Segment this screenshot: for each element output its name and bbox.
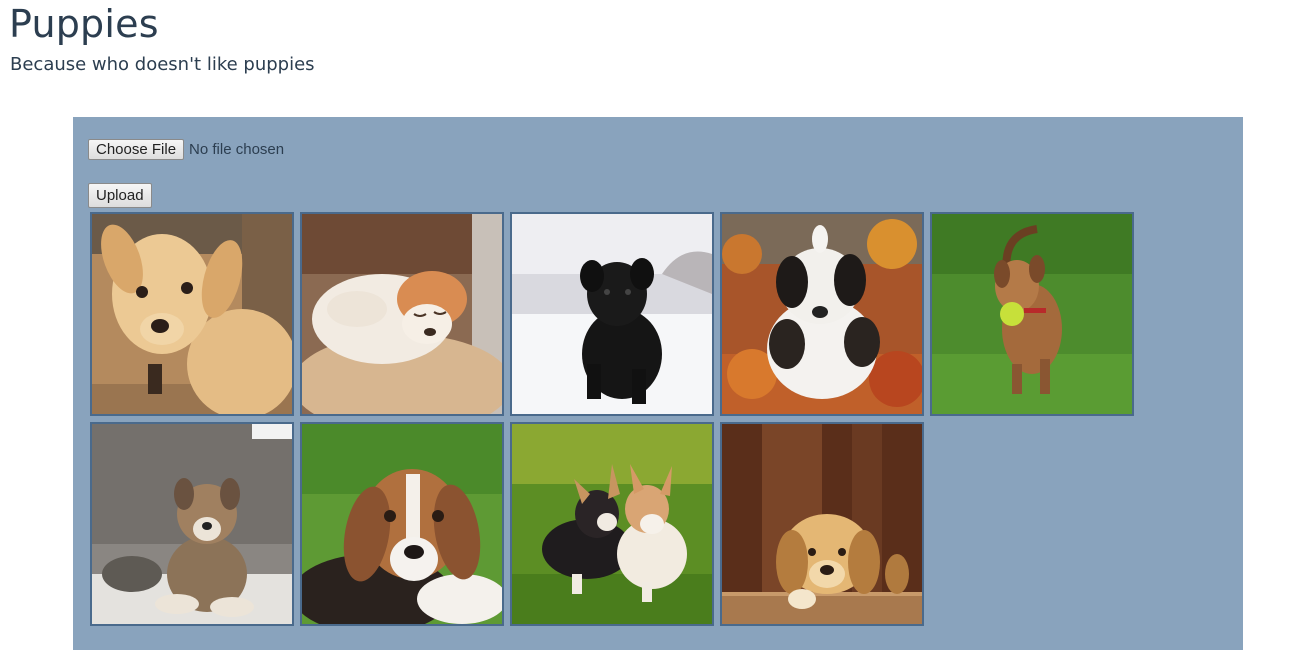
upload-button[interactable]: Upload bbox=[88, 183, 152, 208]
file-input[interactable]: Choose File No file chosen bbox=[88, 139, 284, 160]
gallery-image-corgi-puppies[interactable] bbox=[510, 422, 714, 626]
puppy-with-ball-image bbox=[932, 214, 1132, 414]
page-title: Puppies bbox=[9, 2, 159, 46]
corgi-puppies-image bbox=[512, 424, 712, 624]
sleeping-puppy-image bbox=[302, 214, 502, 414]
page-subtitle: Because who doesn't like puppies bbox=[10, 54, 315, 75]
gallery-image-saint-bernard-puppy[interactable] bbox=[720, 212, 924, 416]
gallery-image-golden-puppy[interactable] bbox=[90, 212, 294, 416]
beagle-puppy-image bbox=[302, 424, 502, 624]
saint-bernard-puppy-image bbox=[722, 214, 922, 414]
choose-file-button[interactable]: Choose File bbox=[88, 139, 185, 160]
file-status-text: No file chosen bbox=[189, 141, 285, 158]
resting-puppy-image bbox=[722, 424, 922, 624]
puppy-gallery bbox=[90, 212, 1150, 626]
fluffy-puppy-image bbox=[92, 424, 292, 624]
black-puppy-image bbox=[512, 214, 712, 414]
gallery-image-puppy-with-ball[interactable] bbox=[930, 212, 1134, 416]
gallery-image-resting-puppy[interactable] bbox=[720, 422, 924, 626]
upload-panel: Choose File No file chosen Upload bbox=[73, 117, 1243, 650]
gallery-image-sleeping-puppy[interactable] bbox=[300, 212, 504, 416]
gallery-image-black-puppy-snow[interactable] bbox=[510, 212, 714, 416]
gallery-image-fluffy-puppy[interactable] bbox=[90, 422, 294, 626]
golden-puppy-image bbox=[92, 214, 292, 414]
gallery-image-beagle-puppy[interactable] bbox=[300, 422, 504, 626]
